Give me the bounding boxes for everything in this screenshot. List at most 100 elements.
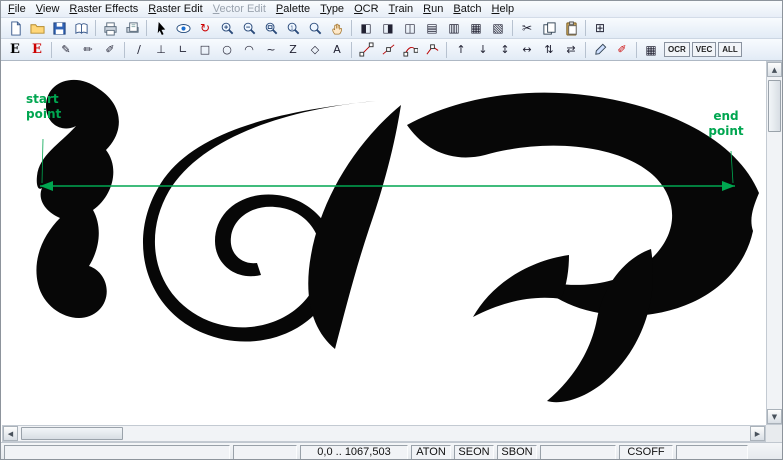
corner-tool-button[interactable]: ∟ [172,40,194,59]
node-updown-button[interactable]: ↕ [494,40,516,59]
zoom-1to1-icon: 1 [286,21,301,36]
ocr-mode-button[interactable]: OCR [664,42,690,57]
rect-tool-button[interactable]: □ [194,40,216,59]
zoom-window-button[interactable] [260,19,282,38]
canvas[interactable]: start point end point [2,61,766,425]
zoom-out-icon [242,21,257,36]
bw-view-button[interactable]: ◧ [355,19,377,38]
pan-button[interactable] [326,19,348,38]
circle-icon: ○ [222,44,232,55]
arc-tool-button[interactable]: ◠ [238,40,260,59]
node-edit-curve-button[interactable] [399,40,421,59]
new-button[interactable] [4,19,26,38]
zoom-in-icon [220,21,235,36]
zigzag-tool-button[interactable]: Z [282,40,304,59]
line-tool-button[interactable]: ∕ [128,40,150,59]
open-button[interactable] [26,19,48,38]
raster-view-a-button[interactable]: ▤ [421,19,443,38]
vertical-scrollbar[interactable]: ▲ ▼ [766,61,783,425]
raster-view-c-button[interactable]: ▦ [465,19,487,38]
menu-item-ocr[interactable]: OCR [349,2,383,16]
edit-raster-button[interactable]: E [4,40,26,59]
menu-item-file[interactable]: File [3,2,31,16]
end-point-label: end point [702,109,750,139]
menu-item-type[interactable]: Type [315,2,349,16]
split-view-button[interactable]: ◫ [399,19,421,38]
arc-icon: ◠ [244,44,254,55]
redraw-icon: ↻ [200,22,210,34]
edit-raster-red-button[interactable]: E [26,40,48,59]
menu-item-batch[interactable]: Batch [448,2,486,16]
save-button[interactable] [48,19,70,38]
menu-item-train[interactable]: Train [384,2,419,16]
table-button[interactable]: ▦ [640,40,662,59]
perpendicular-tool-button[interactable]: ⊥ [150,40,172,59]
scroll-up-button[interactable]: ▲ [767,62,782,77]
ornament-drawing [2,61,766,425]
start-point-label: start point [26,92,61,122]
view-toggle-button[interactable] [172,19,194,38]
scroll-right-button[interactable]: ▶ [750,426,765,441]
node-up-button[interactable]: ↑ [450,40,472,59]
status-sbon: SBON [497,445,537,460]
hatch-a-icon: ▤ [426,22,437,34]
horizontal-scroll-thumb[interactable] [21,427,123,440]
node-swap-horizontal-button[interactable]: ⇄ [560,40,582,59]
node-swap-vertical-button[interactable]: ⇅ [538,40,560,59]
zoom-actual-button[interactable]: 1 [282,19,304,38]
node-leftright-button[interactable]: ↔ [516,40,538,59]
vec-mode-button[interactable]: VEC [692,42,716,57]
marker-icon: ✐ [617,44,626,55]
print-preview-button[interactable] [121,19,143,38]
zoom-extents-button[interactable] [304,19,326,38]
scroll-down-button[interactable]: ▼ [767,409,782,424]
paste-button[interactable] [560,19,582,38]
menu-item-help[interactable]: Help [487,2,520,16]
svg-text:1: 1 [290,25,293,31]
end-label-line2: point [702,124,750,139]
node-down-button[interactable]: ↓ [472,40,494,59]
scroll-left-button[interactable]: ◀ [3,426,18,441]
diamond-icon: ◇ [311,44,319,55]
paste-clipboard-icon [564,21,579,36]
cut-button[interactable]: ✂ [516,19,538,38]
copy-button[interactable] [538,19,560,38]
zoom-out-button[interactable] [238,19,260,38]
arrow-updown-icon: ↕ [500,44,509,55]
node-edit-midpoint-button[interactable] [377,40,399,59]
menu-item-raster-edit[interactable]: Raster Edit [143,2,207,16]
menu-item-run[interactable]: Run [418,2,448,16]
node-edit-polyline-button[interactable] [421,40,443,59]
menu-item-view[interactable]: View [31,2,65,16]
brush-button[interactable]: ✐ [99,40,121,59]
curve-tool-button[interactable]: ~ [260,40,282,59]
split-view-icon: ◫ [404,22,415,34]
invert-view-button[interactable]: ◨ [377,19,399,38]
zoom-in-button[interactable] [216,19,238,38]
table-icon: ▦ [645,44,656,56]
grid-button[interactable]: ⊞ [589,19,611,38]
menu-item-palette[interactable]: Palette [271,2,315,16]
menu-item-raster-effects[interactable]: Raster Effects [64,2,143,16]
select-button[interactable] [150,19,172,38]
raster-view-d-button[interactable]: ▧ [487,19,509,38]
vertical-scroll-thumb[interactable] [768,80,781,132]
marker-button[interactable]: ✐ [611,40,633,59]
pencil-button[interactable]: ✎ [55,40,77,59]
all-mode-button[interactable]: ALL [718,42,742,57]
page-setup-button[interactable] [70,19,92,38]
polygon-tool-button[interactable]: ◇ [304,40,326,59]
horizontal-scrollbar[interactable]: ◀ ▶ [2,425,766,442]
raster-view-b-button[interactable]: ▥ [443,19,465,38]
redraw-button[interactable]: ↻ [194,19,216,38]
eyedropper-button[interactable] [589,40,611,59]
circle-tool-button[interactable]: ○ [216,40,238,59]
pen-icon: ✏ [83,44,92,55]
text-tool-button[interactable]: A [326,40,348,59]
print-button[interactable] [99,19,121,38]
toolbar-edit: E E ✎ ✏ ✐ ∕ ⊥ ∟ □ ○ ◠ ~ Z ◇ A ↑ ↓ ↕ ↔ [1,39,782,61]
pen-button[interactable]: ✏ [77,40,99,59]
toolbar-separator [585,42,586,58]
node-edit-line-button[interactable] [355,40,377,59]
select-arrow-icon [154,21,169,36]
